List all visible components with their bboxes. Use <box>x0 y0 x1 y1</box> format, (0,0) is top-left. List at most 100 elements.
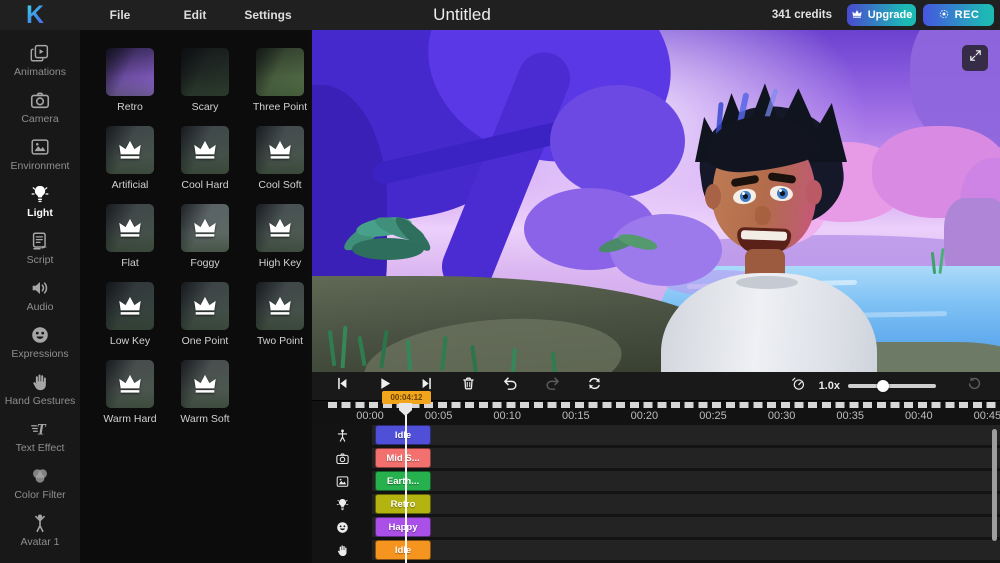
preset-thumbnail <box>256 48 304 96</box>
track-lane[interactable]: Retro <box>372 494 1000 514</box>
preset-foggy[interactable]: Foggy <box>169 204 241 269</box>
sidebar-item-expressions[interactable]: Expressions <box>0 324 80 360</box>
plant-base <box>352 238 424 260</box>
preset-retro[interactable]: Retro <box>94 48 166 113</box>
redo-button[interactable] <box>540 374 564 398</box>
preset-thumbnail <box>106 360 154 408</box>
light-icon <box>29 183 51 205</box>
preset-cool-hard[interactable]: Cool Hard <box>169 126 241 191</box>
menu-edit[interactable]: Edit <box>184 8 207 22</box>
preset-artificial[interactable]: Artificial <box>94 126 166 191</box>
animations-icon <box>29 42 51 64</box>
preset-warm-hard[interactable]: Warm Hard <box>94 360 166 425</box>
preset-label: One Point <box>182 335 229 347</box>
timeline-track: Happy <box>312 517 1000 540</box>
record-icon <box>938 8 950 23</box>
sidebar-item-hand-gestures[interactable]: Hand Gestures <box>0 371 80 407</box>
preset-thumbnail <box>181 48 229 96</box>
menu-settings[interactable]: Settings <box>244 8 291 22</box>
preset-thumbnail <box>106 126 154 174</box>
preset-label: Warm Hard <box>103 413 156 425</box>
preset-scary[interactable]: Scary <box>169 48 241 113</box>
crown-icon <box>191 214 219 242</box>
skip-start-icon <box>334 375 351 397</box>
avatar-eye-glint <box>742 192 745 195</box>
avatar-icon <box>29 512 51 534</box>
tracks-scrollbar[interactable] <box>992 429 997 541</box>
preset-low-key[interactable]: Low Key <box>94 282 166 347</box>
delete-button[interactable] <box>456 374 480 398</box>
timeline-track: Mid S... <box>312 448 1000 471</box>
menu-file[interactable]: File <box>110 8 131 22</box>
track-lane[interactable]: Idle <box>372 425 1000 445</box>
sidebar-item-light[interactable]: Light <box>0 183 80 219</box>
preset-flat[interactable]: Flat <box>94 204 166 269</box>
preset-one-point[interactable]: One Point <box>169 282 241 347</box>
project-title: Untitled <box>433 5 491 25</box>
preset-warm-soft[interactable]: Warm Soft <box>169 360 241 425</box>
ruler-label: 00:05 <box>425 410 453 422</box>
track-lane[interactable]: Mid S... <box>372 448 1000 468</box>
track-lane[interactable]: Idle <box>372 540 1000 560</box>
avatar-ear-right <box>806 180 822 205</box>
timeline-track: Idle <box>312 425 1000 448</box>
expand-icon <box>968 48 983 68</box>
preset-high-key[interactable]: High Key <box>244 204 316 269</box>
ruler-label: 00:10 <box>493 410 521 422</box>
crown-icon <box>116 370 144 398</box>
speed-value: 1.0x <box>819 380 840 392</box>
loop-icon <box>586 375 603 397</box>
speed-slider[interactable] <box>848 384 936 388</box>
redo-icon <box>544 375 561 397</box>
crown-icon <box>191 136 219 164</box>
crown-icon <box>191 370 219 398</box>
preset-cool-soft[interactable]: Cool Soft <box>244 126 316 191</box>
track-lane[interactable]: Earth... <box>372 471 1000 491</box>
sidebar-item-environment[interactable]: Environment <box>0 136 80 172</box>
script-icon <box>29 230 51 252</box>
loop-button[interactable] <box>582 374 606 398</box>
sidebar-item-camera[interactable]: Camera <box>0 89 80 125</box>
sidebar-item-color-filter[interactable]: Color Filter <box>0 465 80 501</box>
app-logo[interactable]: K <box>26 1 44 30</box>
hand-icon <box>29 371 51 393</box>
upgrade-button[interactable]: Upgrade <box>847 4 916 26</box>
timeline-ruler[interactable]: 00:0000:0500:1000:1500:2000:2500:3000:35… <box>312 401 1000 426</box>
crown-icon <box>116 214 144 242</box>
clip-earth[interactable]: Earth... <box>375 471 431 491</box>
rec-button[interactable]: REC <box>923 4 994 26</box>
clip-idle[interactable]: Idle <box>375 540 431 560</box>
crown-icon <box>266 136 294 164</box>
track-lane[interactable]: Happy <box>372 517 1000 537</box>
speed-slider-thumb[interactable] <box>877 380 889 392</box>
preset-three-point[interactable]: Three Point <box>244 48 316 113</box>
preset-thumbnail <box>181 282 229 330</box>
sidebar-item-label: Environment <box>11 160 70 172</box>
preset-label: Three Point <box>253 101 307 113</box>
fullscreen-button[interactable] <box>962 45 988 71</box>
preset-label: Foggy <box>190 257 219 269</box>
expressions-icon <box>29 324 51 346</box>
topbar: K FileEditSettings Untitled 341 credits … <box>0 0 1000 30</box>
clip-happy[interactable]: Happy <box>375 517 431 537</box>
person-track-icon <box>312 425 372 445</box>
undo-button[interactable] <box>498 374 522 398</box>
reset-button[interactable] <box>962 374 986 398</box>
viewport-3d[interactable] <box>312 30 1000 372</box>
sidebar-item-avatar-1[interactable]: Avatar 1 <box>0 512 80 548</box>
sidebar-item-audio[interactable]: Audio <box>0 277 80 313</box>
ruler-label: 00:00 <box>356 410 384 422</box>
speed-button[interactable] <box>787 374 811 398</box>
sidebar-item-script[interactable]: Script <box>0 230 80 266</box>
sidebar-item-label: Color Filter <box>14 489 65 501</box>
sidebar-item-label: Expressions <box>11 348 68 360</box>
crown-icon <box>116 292 144 320</box>
clip-idle[interactable]: Idle <box>375 425 431 445</box>
sidebar-item-text-effect[interactable]: TText Effect <box>0 418 80 454</box>
preset-two-point[interactable]: Two Point <box>244 282 316 347</box>
timeline-tracks: Idle Mid S... Earth... Retro Happy Idle <box>312 425 1000 563</box>
skip-start-button[interactable] <box>330 374 354 398</box>
sidebar-item-animations[interactable]: Animations <box>0 42 80 78</box>
clip-retro[interactable]: Retro <box>375 494 431 514</box>
clip-mid-s[interactable]: Mid S... <box>375 448 431 468</box>
